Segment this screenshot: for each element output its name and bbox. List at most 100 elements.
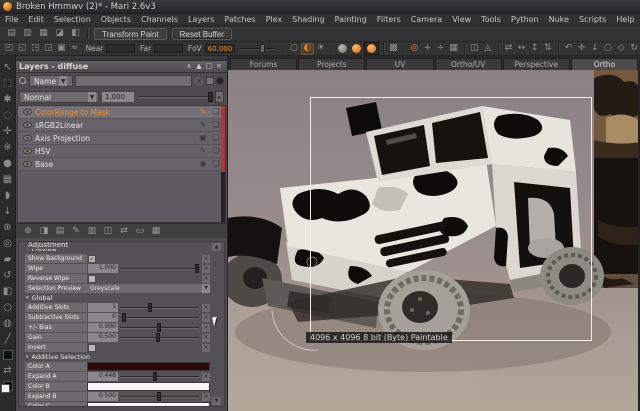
layer-search-input[interactable] [75,75,192,87]
global-section-header[interactable]: Global [19,293,224,302]
export-icon[interactable] [68,28,83,40]
paint-grid-icon[interactable] [448,43,460,55]
menu-shading[interactable]: Shading [287,15,330,24]
layer-row-axis-projection[interactable]: Axis Projection [18,132,225,145]
clone-tool-icon[interactable] [1,172,15,187]
visibility-eye-icon[interactable] [23,135,32,141]
scroll-down-icon[interactable] [212,397,221,405]
selection-preview-dropdown[interactable]: Greyscale [87,284,210,293]
menu-edit[interactable]: Edit [23,15,49,24]
reset-row-icon[interactable] [202,255,210,263]
blend-amount-slider[interactable] [137,91,213,103]
full-lighting-icon[interactable] [315,43,327,55]
menu-selection[interactable]: Selection [49,15,96,24]
color-a-swatch[interactable] [87,362,210,371]
group-layers-icon[interactable] [102,225,114,237]
wireframe-icon[interactable] [55,43,67,55]
near-field[interactable] [106,44,135,53]
line-tool-icon[interactable] [1,332,15,347]
share-layer-icon[interactable] [211,159,221,169]
menu-filters[interactable]: Filters [372,15,406,24]
ortho-view-icon[interactable] [16,43,28,55]
basic-lighting-icon[interactable] [301,43,313,55]
shading-on-sphere[interactable] [350,42,363,55]
invert-checkbox[interactable] [88,344,96,352]
share-layer-icon[interactable] [211,133,221,143]
expand-b-slider[interactable] [120,392,199,401]
menu-nuke[interactable]: Nuke [544,15,574,24]
paint-tool-icon[interactable] [1,156,15,171]
zoom-tool-icon[interactable] [1,108,15,123]
menu-camera[interactable]: Camera [406,15,447,24]
reset-row-icon[interactable] [202,373,210,381]
blur-tool-icon[interactable] [1,316,15,331]
paintable-icon[interactable] [198,146,208,156]
fov-field[interactable]: 60.000 [205,44,236,53]
menu-help[interactable]: Help [611,15,639,24]
reset-row-icon[interactable] [202,344,210,352]
perspective-view-icon[interactable] [29,43,41,55]
orbit-view-icon[interactable] [628,43,640,55]
paintable-icon[interactable] [198,120,208,130]
save-project-icon[interactable] [36,28,51,40]
symmetry-x-icon[interactable] [468,43,480,55]
layer-row-hsv[interactable]: HSV [18,145,225,158]
add-mask-icon[interactable] [38,225,50,237]
bias-slider[interactable] [120,323,199,332]
wipe-value[interactable]: 1.000 [88,264,118,273]
background-color-swatch[interactable] [3,381,13,391]
add-layer-icon[interactable] [22,225,34,237]
paint-divide-icon[interactable] [434,43,446,55]
menu-view[interactable]: View [447,15,476,24]
history-tool-icon[interactable] [1,268,15,283]
rotate-view-icon[interactable] [615,43,627,55]
detach-palette-icon[interactable] [204,62,214,72]
reset-row-icon[interactable] [202,393,210,401]
share-layer-icon[interactable] [211,146,221,156]
smooth-icon[interactable] [68,43,80,55]
additive-slots-value[interactable]: 1 [88,303,118,312]
import-icon[interactable] [52,28,67,40]
menu-file[interactable]: File [0,15,23,24]
share-layer-icon[interactable] [211,120,221,130]
reset-row-icon[interactable] [202,324,210,332]
blend-mode-dropdown[interactable]: Normal [19,91,99,103]
split-view-icon[interactable] [42,43,54,55]
layer-row-srgb2linear[interactable]: sRGB2Linear [18,119,225,132]
gain-slider[interactable] [120,333,199,342]
pan-view-icon[interactable] [576,43,588,55]
color-c-swatch[interactable] [87,402,210,407]
layer-row-colorrange[interactable]: ColorRange to Mask [18,106,225,119]
warp-tool-icon[interactable] [1,140,15,155]
tab-projects[interactable]: Projects [298,58,365,70]
flat-lighting-icon[interactable] [288,43,300,55]
fov-slider[interactable] [239,44,276,53]
shading-env-sphere[interactable] [364,42,379,55]
additive-slots-slider[interactable] [120,303,199,312]
close-palette-icon[interactable] [214,62,224,72]
menu-layers[interactable]: Layers [183,15,219,24]
reset-row-icon[interactable] [202,275,210,283]
reset-row-icon[interactable] [202,334,210,342]
paint-add-icon[interactable] [421,43,433,55]
menu-patches[interactable]: Patches [220,15,261,24]
menu-tools[interactable]: Tools [476,15,506,24]
filter-toggle-dark[interactable] [216,77,224,85]
far-field[interactable] [154,44,183,53]
tab-perspective[interactable]: Perspective [503,58,570,70]
reset-row-icon[interactable] [202,265,210,273]
gain-value[interactable]: 0.500 [88,333,118,342]
transform-paint-button[interactable]: Transform Paint [94,28,167,40]
undo-view-icon[interactable] [563,43,575,55]
expand-a-value[interactable]: 0.448 [88,372,118,381]
menu-plex[interactable]: Plex [261,15,288,24]
mask-tool-icon[interactable] [1,300,15,315]
eraser-tool-icon[interactable] [1,252,15,267]
bias-value[interactable]: 0.000 [88,323,118,332]
expand-b-value[interactable]: 0.500 [88,392,118,401]
reset-buffer-button[interactable]: Reset Buffer [172,28,232,40]
menu-python[interactable]: Python [506,15,544,24]
cached-icon[interactable] [198,159,208,169]
visibility-eye-icon[interactable] [23,148,32,154]
shading-off-sphere[interactable] [336,42,349,55]
